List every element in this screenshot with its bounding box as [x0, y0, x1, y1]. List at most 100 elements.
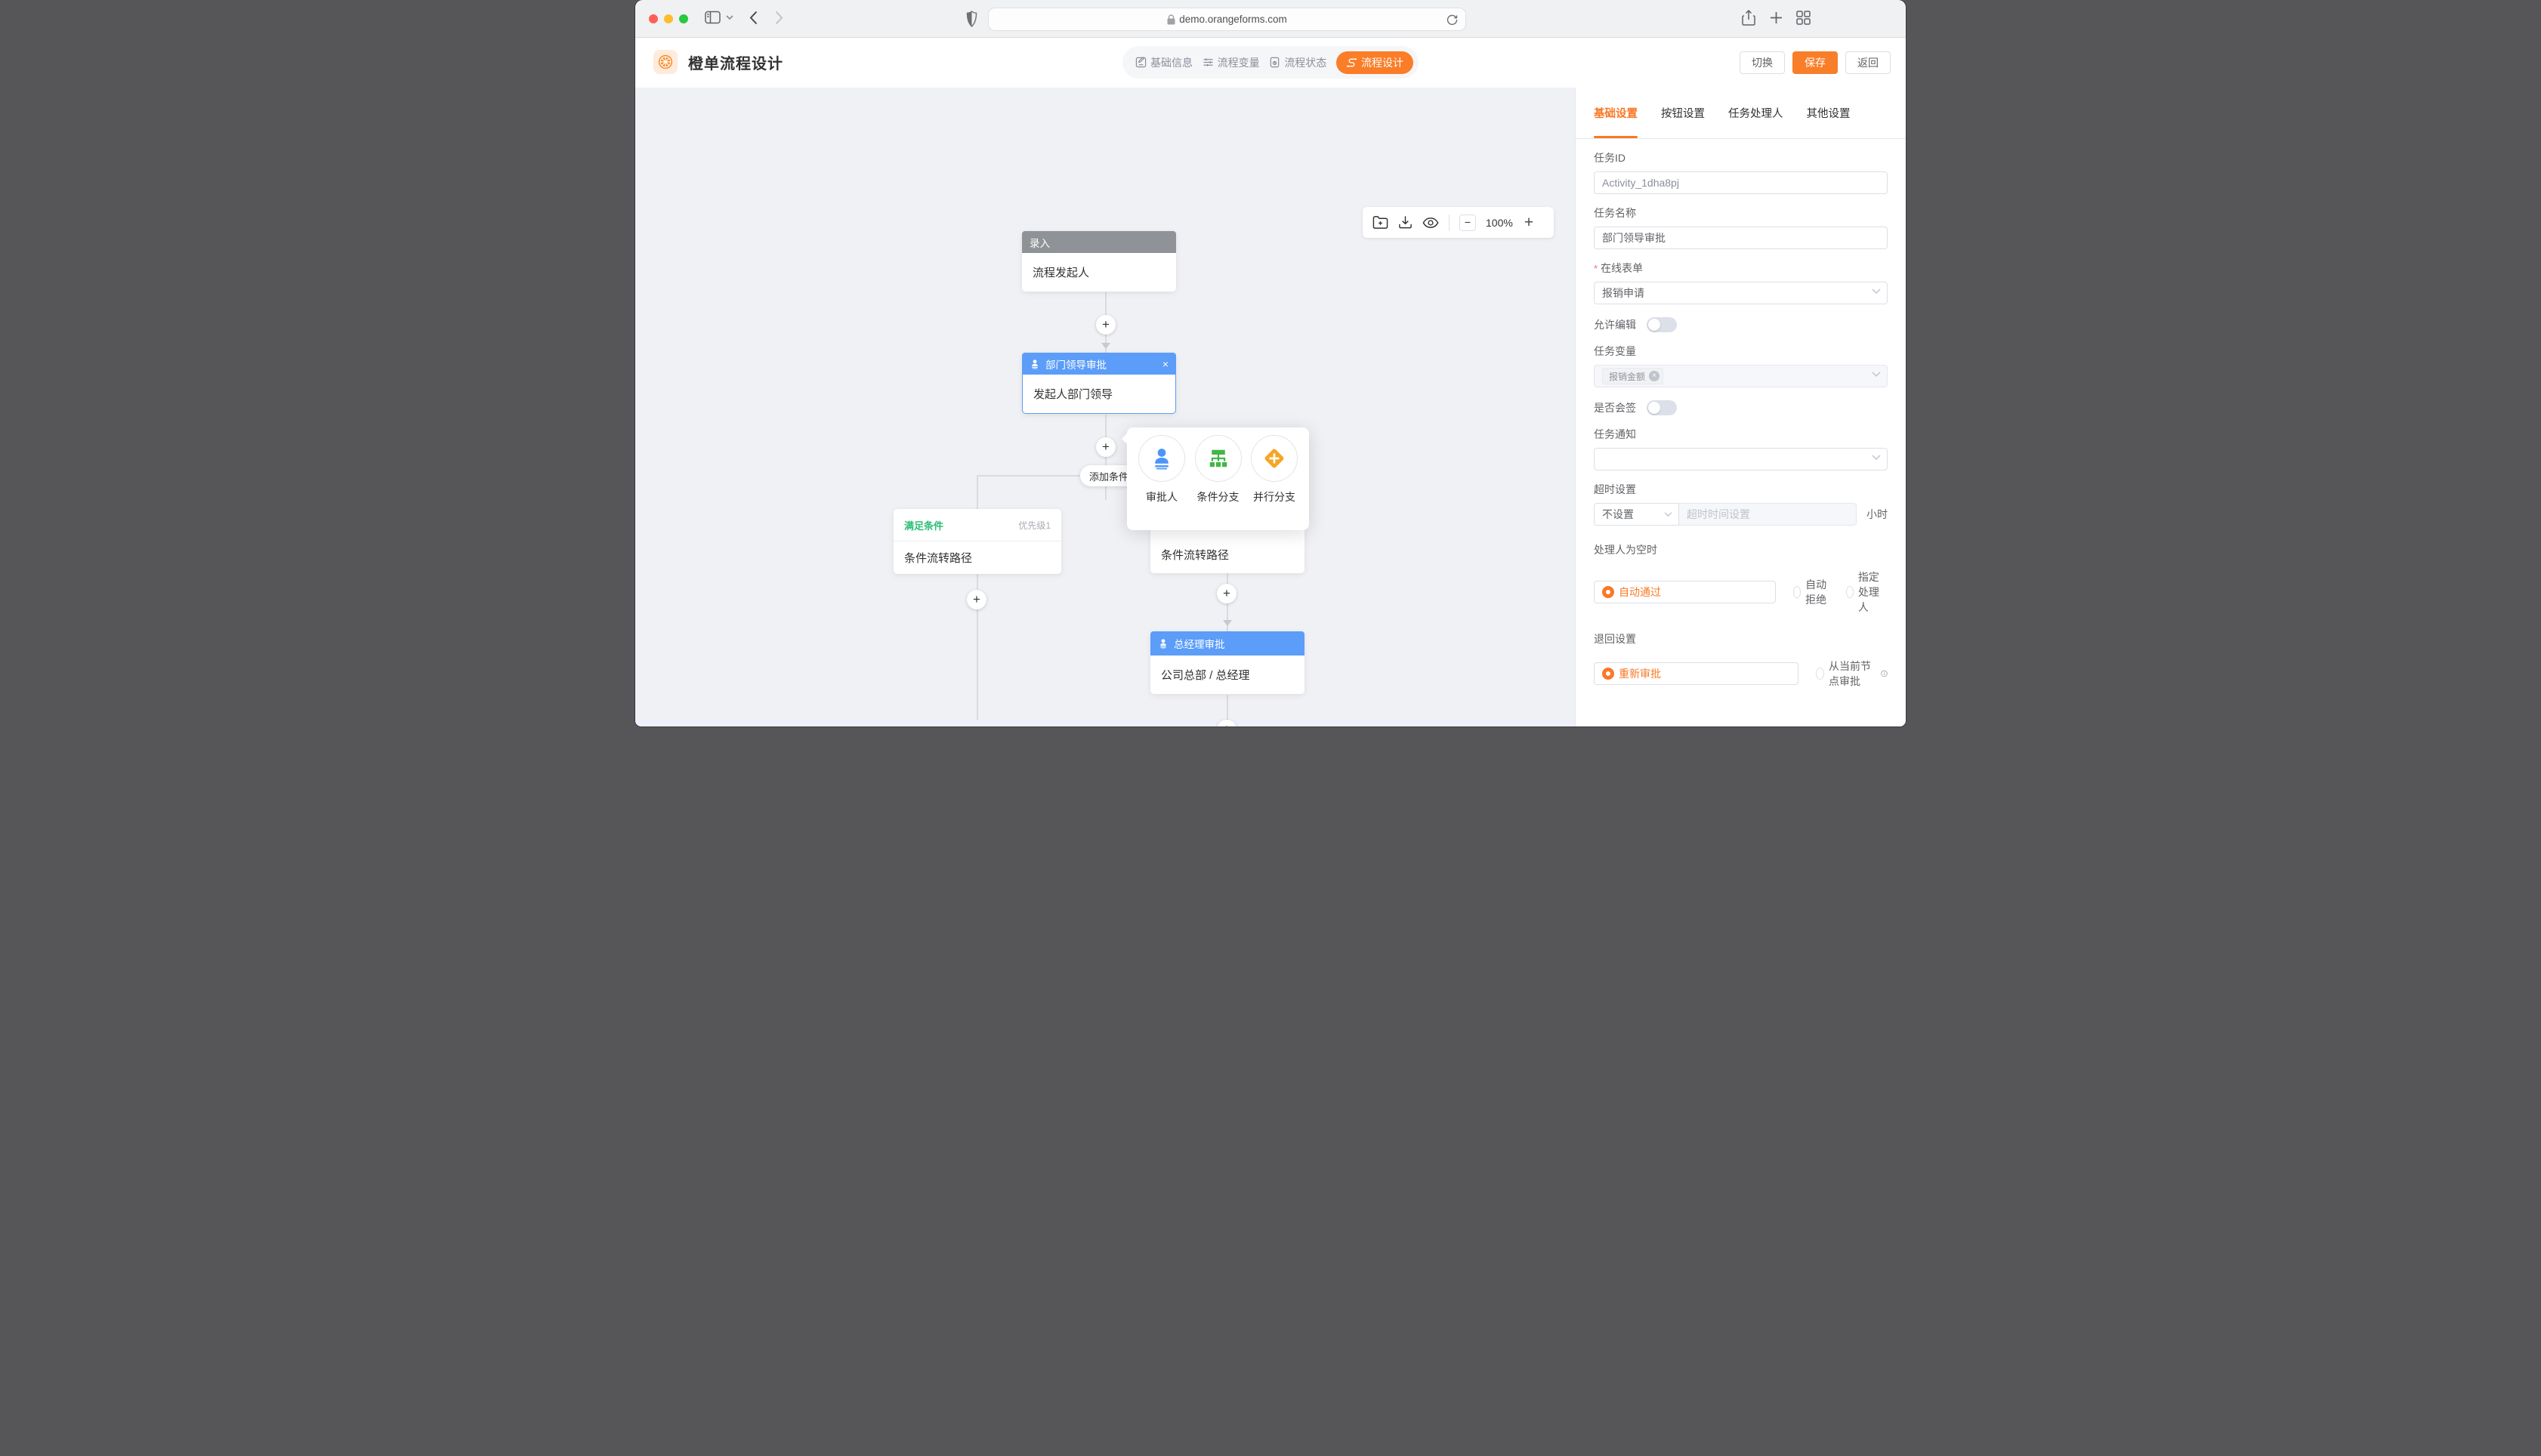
task-notify-label: 任务通知	[1594, 427, 1888, 442]
online-form-select[interactable]: 报销申请	[1594, 282, 1888, 304]
panel-tab-basic-settings[interactable]: 基础设置	[1594, 88, 1638, 138]
tab-label: 流程状态	[1284, 55, 1326, 70]
variable-tag: 报销金额 ×	[1602, 368, 1663, 384]
radio-assign-handler[interactable]: 指定处理人	[1846, 569, 1888, 615]
back-button[interactable]: 返回	[1845, 51, 1891, 74]
popup-item-label: 条件分支	[1197, 489, 1240, 504]
node-gm-approve-body: 公司总部 / 总经理	[1150, 656, 1304, 694]
browser-window: demo.orangeforms.com 橙单流程设计 基础信息	[635, 0, 1906, 726]
tab-label: 流程变量	[1218, 55, 1260, 70]
task-notify-select[interactable]	[1594, 448, 1888, 470]
timeout-mode-value: 不设置	[1602, 507, 1634, 522]
reload-icon[interactable]	[1446, 14, 1458, 26]
panel-tab-task-assignee[interactable]: 任务处理人	[1728, 88, 1783, 138]
add-node-button[interactable]: +	[967, 590, 986, 609]
radio-label: 从当前节点审批	[1829, 659, 1876, 689]
countersign-row: 是否会签	[1594, 400, 1888, 415]
add-node-button[interactable]: +	[1096, 437, 1116, 457]
share-icon[interactable]	[1742, 10, 1755, 26]
radio-dot	[1846, 586, 1854, 598]
task-variables-select[interactable]: 报销金额 ×	[1594, 365, 1888, 387]
address-bar[interactable]: demo.orangeforms.com	[988, 8, 1466, 31]
condition-title: 满足条件	[904, 518, 943, 532]
fullscreen-window-button[interactable]	[679, 14, 688, 23]
privacy-shield-icon[interactable]	[966, 10, 977, 28]
variable-tag-label: 报销金额	[1609, 370, 1645, 383]
task-name-field[interactable]	[1594, 227, 1888, 249]
url-text: demo.orangeforms.com	[1179, 14, 1287, 25]
remove-tag-icon[interactable]: ×	[1649, 371, 1660, 381]
new-tab-icon[interactable]	[1770, 11, 1783, 24]
popup-item-parallel-branch[interactable]: 并行分支	[1249, 435, 1299, 530]
radio-auto-reject[interactable]: 自动拒绝	[1793, 577, 1829, 607]
tab-process-status[interactable]: 流程状态	[1269, 55, 1326, 70]
app-header: 橙单流程设计 基础信息 流程变量 流程状态 流程设计 切换 保存 返回	[635, 38, 1906, 88]
countersign-toggle[interactable]	[1647, 400, 1677, 415]
chevron-down-icon	[1872, 455, 1881, 461]
save-button[interactable]: 保存	[1792, 51, 1838, 74]
timeout-value-field[interactable]	[1679, 503, 1857, 526]
radio-auto-approve[interactable]: 自动通过	[1594, 581, 1776, 603]
app-brand: 橙单流程设计	[653, 50, 783, 74]
task-id-field[interactable]	[1594, 171, 1888, 194]
timeout-mode-select[interactable]: 不设置	[1594, 503, 1679, 526]
tab-overview-icon[interactable]	[1796, 11, 1811, 25]
zoom-out-button[interactable]: −	[1459, 214, 1476, 231]
page-title: 橙单流程设计	[688, 51, 783, 73]
add-node-button[interactable]: +	[1096, 315, 1116, 335]
toggle-knob	[1648, 402, 1660, 414]
node-start-body: 流程发起人	[1022, 253, 1176, 292]
node-gm-approve[interactable]: 总经理审批 公司总部 / 总经理	[1150, 631, 1304, 694]
download-icon[interactable]	[1398, 215, 1413, 230]
reject-settings-label: 退回设置	[1594, 631, 1888, 646]
node-condition-left[interactable]: 满足条件 优先级1 条件流转路径	[894, 509, 1061, 574]
radio-dot	[1602, 668, 1614, 680]
radio-current-node-approval[interactable]: 从当前节点审批	[1816, 659, 1888, 689]
back-icon[interactable]	[749, 11, 758, 25]
toolbar-divider	[1449, 214, 1450, 231]
switch-button[interactable]: 切换	[1740, 51, 1785, 74]
popup-item-condition-branch[interactable]: 条件分支	[1193, 435, 1243, 530]
assignee-empty-label: 处理人为空时	[1594, 542, 1888, 557]
condition-priority: 优先级1	[1018, 519, 1051, 532]
countersign-label: 是否会签	[1594, 400, 1636, 415]
node-type-popup: 审批人 条件分支 并行分支	[1127, 427, 1309, 530]
add-node-button[interactable]: +	[1217, 584, 1237, 603]
close-window-button[interactable]	[649, 14, 658, 23]
approver-icon	[1158, 638, 1169, 649]
radio-restart-approval[interactable]: 重新审批	[1594, 662, 1798, 685]
popup-item-label: 并行分支	[1253, 489, 1295, 504]
toggle-knob	[1648, 319, 1660, 331]
sidebar-chevron-icon[interactable]	[726, 15, 733, 20]
preview-eye-icon[interactable]	[1422, 217, 1439, 229]
popup-item-approver[interactable]: 审批人	[1137, 435, 1187, 530]
radio-label: 指定处理人	[1858, 569, 1888, 615]
canvas-bottom-strip	[635, 720, 1575, 726]
canvas-toolbar: − 100% +	[1363, 207, 1554, 238]
reject-settings-options: 重新审批 从当前节点审批	[1594, 659, 1888, 689]
approver-icon	[1150, 447, 1173, 470]
node-start[interactable]: 录入 流程发起人	[1022, 231, 1176, 292]
minimize-window-button[interactable]	[664, 14, 673, 23]
allow-edit-label: 允许编辑	[1594, 317, 1636, 332]
zoom-in-button[interactable]: +	[1524, 214, 1533, 230]
required-mark: *	[1594, 263, 1598, 274]
flow-canvas[interactable]: 录入 流程发起人 + 部门领导审批 × 发起人部门领导 + 添加条件 满足条件	[635, 88, 1575, 726]
assignee-empty-options: 自动通过 自动拒绝 指定处理人	[1594, 569, 1888, 615]
approver-icon	[1030, 359, 1040, 369]
orange-logo-icon	[653, 50, 678, 74]
forward-icon[interactable]	[775, 11, 783, 25]
radio-dot	[1602, 586, 1614, 598]
tab-basic-info[interactable]: 基础信息	[1135, 55, 1193, 70]
open-file-icon[interactable]	[1372, 215, 1388, 230]
panel-tab-other-settings[interactable]: 其他设置	[1807, 88, 1851, 138]
panel-tab-button-settings[interactable]: 按钮设置	[1661, 88, 1705, 138]
node-dept-approve[interactable]: 部门领导审批 × 发起人部门领导	[1022, 353, 1176, 414]
allow-edit-toggle[interactable]	[1647, 317, 1677, 332]
tab-process-design[interactable]: 流程设计	[1336, 51, 1413, 74]
sliders-icon	[1203, 57, 1214, 68]
sidebar-icon[interactable]	[705, 11, 721, 25]
task-id-label: 任务ID	[1594, 150, 1888, 165]
tab-process-variables[interactable]: 流程变量	[1203, 55, 1260, 70]
close-icon[interactable]: ×	[1162, 359, 1169, 369]
